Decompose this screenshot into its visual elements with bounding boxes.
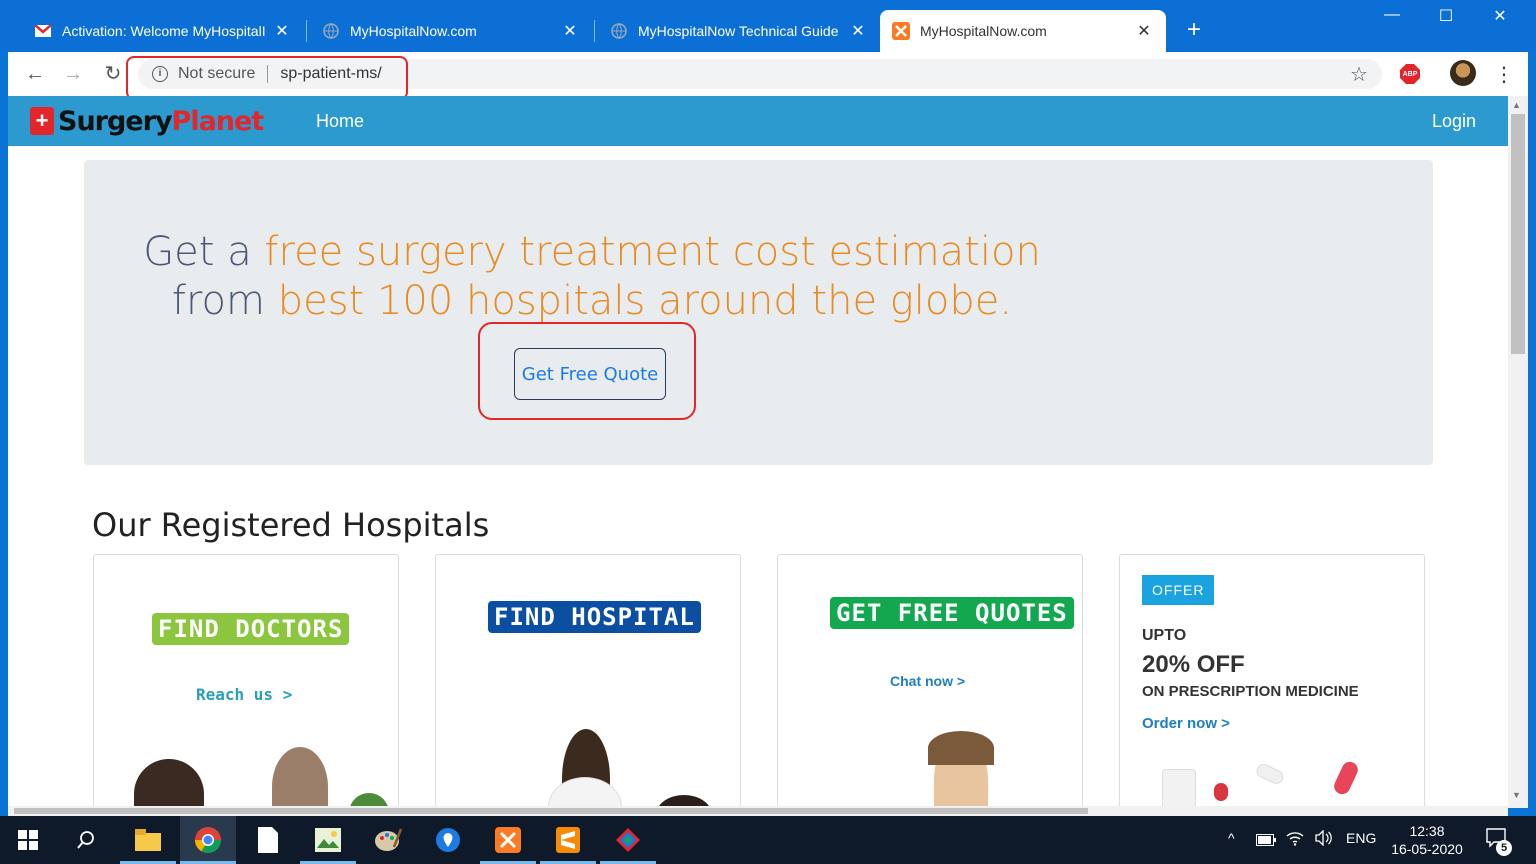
find-doctors-badge: FIND DOCTORS	[152, 613, 350, 645]
image-editor-icon[interactable]	[312, 824, 344, 856]
tab-separator	[594, 20, 595, 42]
windows-start-icon[interactable]	[12, 824, 44, 856]
battery-icon[interactable]	[1256, 833, 1276, 849]
woman-hair-photo	[928, 731, 994, 765]
card-find-hospital[interactable]: FIND HOSPITAL	[435, 554, 741, 808]
horizontal-scrollbar[interactable]	[8, 806, 1508, 816]
close-tab-icon[interactable]: ✕	[1134, 21, 1154, 41]
hero-jumbotron: Get a free surgery treatment cost estima…	[84, 160, 1433, 465]
offer-upto: UPTO	[1142, 627, 1187, 644]
nurse-coat-photo	[548, 777, 622, 808]
logo-word-surgery: Surgery	[58, 105, 173, 137]
reload-icon[interactable]: ↻	[100, 62, 126, 86]
card-offer[interactable]: OFFER UPTO 20% OFF ON PRESCRIPTION MEDIC…	[1119, 554, 1425, 808]
pill-image	[1254, 761, 1286, 787]
hero-text-highlight: free surgery treatment cost estimation	[264, 229, 1041, 275]
card-get-free-quotes[interactable]: GET FREE QUOTES Chat now >	[777, 554, 1083, 808]
minimize-icon[interactable]: —	[1372, 6, 1412, 24]
tab-technical-guide[interactable]: MyHospitalNow Technical Guide ✕	[598, 10, 880, 52]
offer-percent: 20% OFF	[1142, 651, 1245, 678]
forward-icon[interactable]: →	[60, 62, 86, 86]
offer-description: ON PRESCRIPTION MEDICINE	[1142, 683, 1359, 700]
maximize-icon[interactable]: ☐	[1426, 6, 1466, 26]
git-tool-icon[interactable]	[612, 824, 644, 856]
offer-badge: OFFER	[1142, 575, 1215, 605]
paint-icon[interactable]	[372, 824, 404, 856]
close-tab-icon[interactable]: ✕	[272, 21, 292, 41]
sublime-text-icon[interactable]	[552, 824, 584, 856]
xampp-icon[interactable]	[492, 824, 524, 856]
search-icon[interactable]	[70, 824, 102, 856]
nav-login-link[interactable]: Login	[1432, 111, 1476, 132]
tab-title: MyHospitalNow.com	[920, 23, 1047, 39]
hero-text-part: from	[171, 278, 278, 324]
tab-active-myhospitalnow[interactable]: MyHospitalNow.com ✕	[880, 10, 1166, 52]
back-icon[interactable]: ←	[22, 62, 48, 86]
section-title: Our Registered Hospitals	[92, 506, 490, 544]
chat-now-link[interactable]: Chat now >	[890, 673, 965, 689]
hero-text-highlight: best 100 hospitals around the globe.	[277, 278, 1013, 324]
pill-image	[1331, 759, 1361, 797]
avatar[interactable]	[1450, 60, 1476, 86]
patient-photo	[272, 747, 328, 808]
chevron-up-icon[interactable]: ^	[1228, 830, 1235, 846]
hero-text-part: Get a	[143, 229, 265, 275]
document-icon[interactable]	[252, 824, 284, 856]
windows-taskbar: ^ ENG 12:38 16-05-2020 5	[0, 816, 1536, 864]
site-navbar: + Surgery Planet Home Login	[8, 96, 1508, 146]
notification-count-badge: 5	[1496, 840, 1512, 856]
tab-gmail-activation[interactable]: Activation: Welcome MyHospitalI ✕	[22, 10, 304, 52]
site-logo[interactable]: + Surgery Planet	[30, 104, 265, 138]
tab-title: MyHospitalNow Technical Guide	[638, 23, 839, 39]
scroll-up-icon[interactable]: ▲	[1512, 100, 1521, 110]
page-viewport: + Surgery Planet Home Login Get a free s…	[8, 96, 1508, 808]
annotation-box-quote	[478, 322, 696, 420]
file-explorer-icon[interactable]	[132, 824, 164, 856]
volume-icon[interactable]	[1314, 829, 1332, 849]
maps-icon[interactable]	[432, 824, 464, 856]
doctor-photo	[134, 759, 204, 808]
vertical-scrollbar[interactable]: ▲ ▼	[1508, 96, 1528, 808]
scroll-thumb[interactable]	[1511, 114, 1525, 354]
gmail-icon	[34, 22, 52, 40]
language-indicator[interactable]: ENG	[1346, 830, 1376, 846]
medical-cross-icon: +	[30, 107, 54, 135]
pill-image	[1214, 783, 1228, 801]
globe-icon	[322, 22, 340, 40]
pill-bottle-image	[1162, 769, 1196, 808]
clock-date: 16-05-2020	[1391, 841, 1463, 857]
menu-kebab-icon[interactable]: ⋮	[1494, 62, 1514, 87]
close-window-icon[interactable]: ✕	[1480, 6, 1520, 26]
annotation-box-url	[126, 56, 408, 100]
scroll-thumb[interactable]	[14, 808, 1088, 814]
browser-tab-strip: Activation: Welcome MyHospitalI ✕ MyHosp…	[0, 0, 1536, 52]
tab-title: MyHospitalNow.com	[350, 23, 477, 39]
reach-us-link[interactable]: Reach us >	[196, 685, 292, 704]
close-tab-icon[interactable]: ✕	[848, 21, 868, 41]
tab-myhospitalnow[interactable]: MyHospitalNow.com ✕	[310, 10, 592, 52]
find-hospital-badge: FIND HOSPITAL	[488, 601, 701, 633]
get-free-quotes-badge: GET FREE QUOTES	[830, 597, 1074, 629]
globe-icon	[610, 22, 628, 40]
system-clock[interactable]: 12:38 16-05-2020	[1386, 822, 1468, 858]
clock-time: 12:38	[1409, 823, 1445, 839]
tab-title: Activation: Welcome MyHospitalI	[62, 23, 266, 39]
xampp-icon	[892, 22, 910, 40]
adblock-icon[interactable]: ABP	[1400, 64, 1420, 84]
wifi-icon[interactable]	[1286, 830, 1304, 849]
new-tab-button[interactable]: +	[1180, 16, 1208, 44]
close-tab-icon[interactable]: ✕	[560, 21, 580, 41]
scroll-down-icon[interactable]: ▼	[1512, 790, 1521, 800]
card-find-doctors[interactable]: FIND DOCTORS Reach us >	[93, 554, 399, 808]
bookmark-star-icon[interactable]: ☆	[1350, 62, 1368, 87]
tab-separator	[306, 20, 307, 42]
chrome-icon[interactable]	[192, 824, 224, 856]
nav-home-link[interactable]: Home	[316, 111, 364, 132]
logo-word-planet: Planet	[171, 105, 265, 137]
order-now-link[interactable]: Order now >	[1142, 715, 1230, 732]
hero-headline: Get a free surgery treatment cost estima…	[104, 228, 1080, 326]
